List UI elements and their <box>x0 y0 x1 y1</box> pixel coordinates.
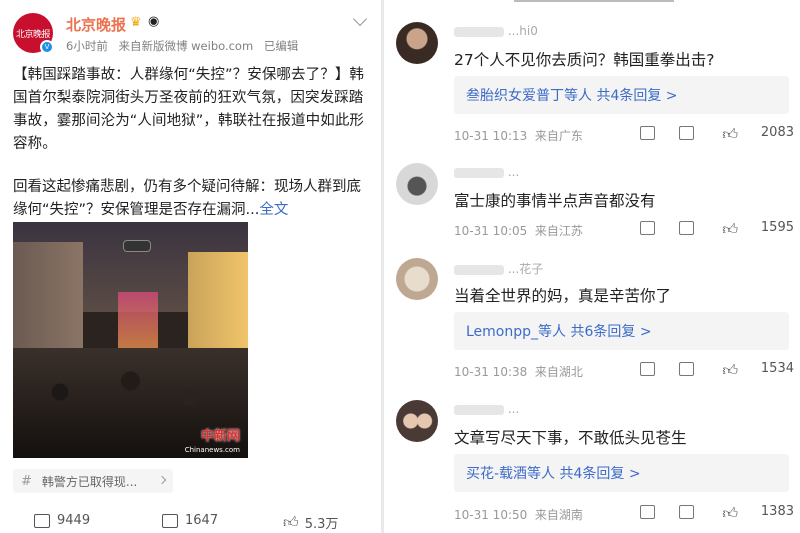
comment-text: 当着全世界的妈，真是辛苦你了 <box>454 287 672 305</box>
comment-location: 来自江苏 <box>534 224 583 238</box>
post-panel: 北京晚报 V 北京晚报 ♛ ◉ 6小时前 来自新版微博 weibo.com 已编… <box>0 0 381 533</box>
comment-like-count: 1383 <box>760 504 794 519</box>
topic-label: 韩警方已取得现... <box>41 474 138 489</box>
comment-icon <box>162 513 178 528</box>
panda-icon: ◉ <box>148 14 160 29</box>
commenter-name-text: ...花子 <box>507 262 544 276</box>
comment-time-location: 10-31 10:50 来自湖南 <box>454 506 583 523</box>
thumbs-up-icon[interactable]: 👍︎ <box>722 504 738 523</box>
reply-icon[interactable] <box>679 221 694 235</box>
comment-footer: 10-31 10:05 来自江苏 👍︎ 1595 <box>454 220 794 238</box>
post-source[interactable]: 来自新版微博 weibo.com <box>118 39 253 53</box>
reply-summary[interactable]: 买花-载酒等人 共4条回复 > <box>454 454 789 492</box>
like-count: 5.3万 <box>304 517 339 532</box>
commenter-avatar[interactable] <box>396 258 438 300</box>
post-action-bar: 9449 1647 👍︎ 5.3万 <box>0 506 381 533</box>
comment-text: 27个人不见你去质问？韩国重拳出击? <box>454 51 715 69</box>
name-blur <box>454 26 504 37</box>
commenter-name[interactable]: ...花子 <box>454 260 543 277</box>
post-text: 【韩国踩踏事故：人群缘何“失控”？安保哪去了？】韩国首尔梨泰院洞街头万圣夜前的狂… <box>13 67 365 152</box>
comment-like-count: 2083 <box>760 125 794 140</box>
comment-time: 10-31 10:13 <box>454 129 528 143</box>
reply-icon[interactable] <box>679 505 694 519</box>
topic-tag[interactable]: # 韩警方已取得现... <box>13 469 173 493</box>
thumbs-up-icon[interactable]: 👍︎ <box>722 361 738 380</box>
comment-footer: 10-31 10:50 来自湖南 👍︎ 1383 <box>454 504 794 522</box>
name-blur <box>454 167 504 178</box>
commenter-name[interactable]: ... <box>454 402 519 416</box>
post-meta: 6小时前 来自新版微博 weibo.com 已编辑 <box>66 38 305 54</box>
post-edited: 已编辑 <box>263 39 299 53</box>
photo-watermark-sub: Chinanews.com <box>184 446 240 454</box>
full-text-link[interactable]: 全文 <box>259 202 288 218</box>
post-photo[interactable]: 中新网 Chinanews.com <box>13 222 248 458</box>
share-icon[interactable] <box>640 221 655 235</box>
commenter-name[interactable]: ...hi0 <box>454 24 538 38</box>
comment-time: 10-31 10:05 <box>454 224 528 238</box>
comment-time: 10-31 10:38 <box>454 365 528 379</box>
post-text-2: 回看这起惨痛悲剧，仍有多个疑问待解：现场人群到底缘何“失控”？安保管理是否存在漏… <box>13 179 361 218</box>
comment-like-count: 1595 <box>760 220 794 235</box>
repost-icon <box>34 513 50 528</box>
commenter-name-text: ... <box>507 402 520 416</box>
thumbs-up-icon[interactable]: 👍︎ <box>722 125 738 144</box>
author-name[interactable]: 北京晚报 <box>66 14 126 35</box>
comment-like-count: 1534 <box>760 361 794 376</box>
comment-footer: 10-31 10:13 来自广东 👍︎ 2083 <box>454 125 794 143</box>
reply-icon[interactable] <box>679 126 694 140</box>
commenter-avatar[interactable] <box>396 400 438 442</box>
photo-lamp <box>123 240 151 252</box>
comment-location: 来自广东 <box>534 129 583 143</box>
share-icon[interactable] <box>640 362 655 376</box>
verified-badge-icon: V <box>40 40 54 54</box>
crown-icon: ♛ <box>130 15 142 30</box>
reply-summary[interactable]: 叁胎织女爱普丁等人 共4条回复 > <box>454 76 789 114</box>
repost-count: 9449 <box>57 513 91 528</box>
comment-footer: 10-31 10:38 来自湖北 👍︎ 1534 <box>454 361 794 379</box>
photo-watermark: 中新网 <box>200 429 240 444</box>
scroll-indicator <box>514 0 674 2</box>
comment-text: 文章写尽天下事，不敢低头见苍生 <box>454 429 687 447</box>
chevron-right-icon <box>157 475 167 485</box>
commenter-avatar[interactable] <box>396 163 438 205</box>
repost-button[interactable]: 9449 <box>34 513 90 528</box>
avatar-logo-text: 北京晚报 <box>15 29 51 40</box>
reply-icon[interactable] <box>679 362 694 376</box>
comment-location: 来自湖北 <box>534 365 583 379</box>
commenter-name[interactable]: ... <box>454 165 519 179</box>
like-button[interactable]: 👍︎ 5.3万 <box>283 513 338 532</box>
comments-panel: ...hi0 27个人不见你去质问？韩国重拳出击? 叁胎织女爱普丁等人 共4条回… <box>384 0 800 533</box>
hashtag-icon: # <box>21 473 32 489</box>
comment-count: 1647 <box>185 513 219 528</box>
comment-location: 来自湖南 <box>534 508 583 522</box>
comment-text: 富士康的事情半点声音都没有 <box>454 192 656 210</box>
thumbs-up-icon[interactable]: 👍︎ <box>722 220 738 239</box>
share-icon[interactable] <box>640 126 655 140</box>
comment-button[interactable]: 1647 <box>162 513 218 528</box>
commenter-name-text: ... <box>507 165 520 179</box>
share-icon[interactable] <box>640 505 655 519</box>
reply-summary[interactable]: Lemonpp_等人 共6条回复 > <box>454 312 789 350</box>
thumbs-up-icon: 👍︎ <box>283 513 299 531</box>
commenter-avatar[interactable] <box>396 22 438 64</box>
post-time: 6小时前 <box>66 39 108 53</box>
post-text-continued: 回看这起惨痛悲剧，仍有多个疑问待解：现场人群到底缘何“失控”？安保管理是否存在漏… <box>13 176 365 222</box>
commenter-name-text: ...hi0 <box>507 24 538 38</box>
name-blur <box>454 404 504 415</box>
name-blur <box>454 264 504 275</box>
comment-time-location: 10-31 10:05 来自江苏 <box>454 222 583 239</box>
comment-time-location: 10-31 10:13 来自广东 <box>454 127 583 144</box>
comment-time-location: 10-31 10:38 来自湖北 <box>454 363 583 380</box>
chevron-down-icon[interactable] <box>352 11 368 27</box>
comment-time: 10-31 10:50 <box>454 508 528 522</box>
